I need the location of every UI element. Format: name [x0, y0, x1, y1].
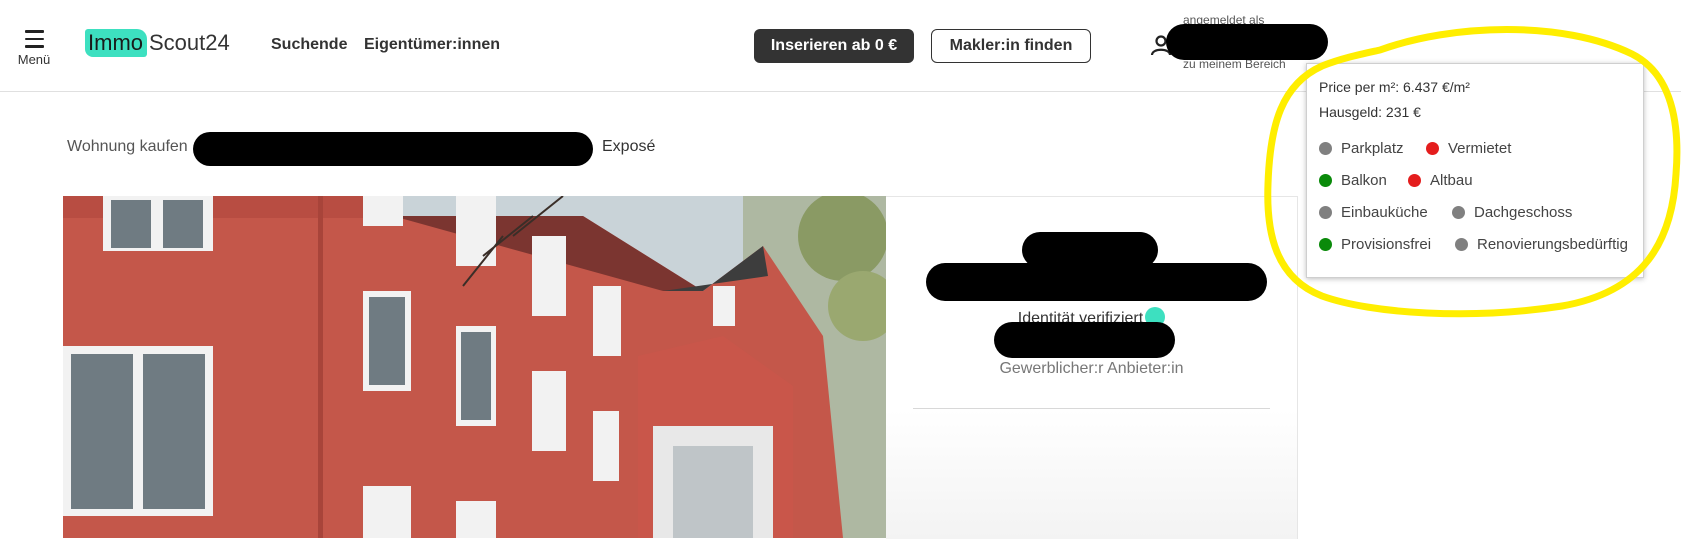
- list-property-button[interactable]: Inserieren ab 0 €: [754, 29, 914, 63]
- status-dot-icon: [1319, 238, 1332, 251]
- redacted-username: [1166, 24, 1328, 60]
- hausgeld: Hausgeld: 231 €: [1319, 104, 1421, 120]
- immoscout24-logo[interactable]: Immo Scout24: [85, 28, 230, 58]
- breadcrumb-expose[interactable]: Exposé: [602, 138, 655, 156]
- feature-label: Renovierungsbedürftig: [1477, 236, 1628, 253]
- status-dot-icon: [1319, 142, 1332, 155]
- feature-label: Vermietet: [1448, 140, 1512, 157]
- commercial-provider-label: Gewerblicher:r Anbieter:in: [999, 360, 1184, 377]
- feature-renovierungsbeduerftig: Renovierungsbedürftig: [1455, 236, 1628, 253]
- status-dot-icon: [1319, 174, 1332, 187]
- property-info-popup: Price per m²: 6.437 €/m² Hausgeld: 231 €…: [1306, 63, 1644, 278]
- feature-label: Parkplatz: [1341, 140, 1404, 157]
- building-image: [63, 196, 886, 538]
- nav-seekers-link[interactable]: Suchende: [271, 36, 347, 54]
- feature-provisionsfrei: Provisionsfrei: [1319, 236, 1431, 253]
- status-dot-icon: [1455, 238, 1468, 251]
- redacted-agent-company: [994, 322, 1175, 358]
- feature-vermietet: Vermietet: [1426, 140, 1511, 157]
- status-dot-icon: [1426, 142, 1439, 155]
- status-dot-icon: [1319, 206, 1332, 219]
- redacted-breadcrumb: [193, 132, 593, 166]
- status-dot-icon: [1452, 206, 1465, 219]
- property-photo[interactable]: [63, 196, 886, 538]
- feature-dachgeschoss: Dachgeschoss: [1452, 204, 1572, 221]
- redacted-agent-name: [926, 263, 1267, 301]
- nav-owners-link[interactable]: Eigentümer:innen: [364, 36, 500, 54]
- feature-altbau: Altbau: [1408, 172, 1473, 189]
- find-agent-button[interactable]: Makler:in finden: [931, 29, 1091, 63]
- feature-balkon: Balkon: [1319, 172, 1387, 189]
- feature-parkplatz: Parkplatz: [1319, 140, 1404, 157]
- card-divider: [913, 408, 1270, 409]
- hamburger-icon: [24, 30, 44, 48]
- breadcrumb-buy-apartment[interactable]: Wohnung kaufen: [67, 138, 188, 156]
- menu-button[interactable]: Menü: [14, 30, 54, 67]
- feature-label: Dachgeschoss: [1474, 204, 1573, 221]
- price-per-sqm: Price per m²: 6.437 €/m²: [1319, 79, 1470, 95]
- feature-einbaukueche: Einbauküche: [1319, 204, 1428, 221]
- feature-label: Balkon: [1341, 172, 1387, 189]
- agent-card-lower-area: [886, 409, 1297, 539]
- feature-label: Provisionsfrei: [1341, 236, 1432, 253]
- status-dot-icon: [1408, 174, 1421, 187]
- logo-scout24: Scout24: [149, 30, 230, 55]
- feature-label: Altbau: [1430, 172, 1473, 189]
- menu-label: Menü: [17, 51, 51, 67]
- logo-immo: Immo: [85, 29, 147, 57]
- feature-label: Einbauküche: [1341, 204, 1428, 221]
